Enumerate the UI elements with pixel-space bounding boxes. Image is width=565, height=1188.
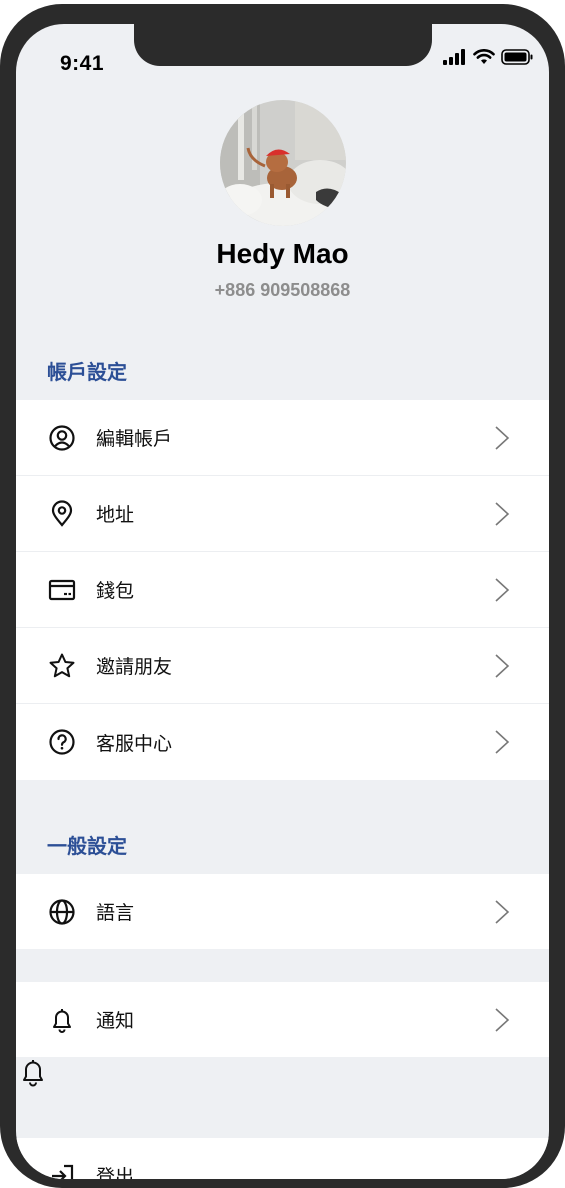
logout-icon: [48, 1162, 76, 1179]
menu-label-wallet: 錢包: [96, 580, 135, 602]
chevron-right-icon: [495, 899, 510, 924]
profile-phone: +886 909508868: [214, 280, 351, 300]
general-settings-header: 一般設定: [47, 834, 127, 858]
chevron-right-icon: [495, 577, 510, 602]
user-circle-icon: [48, 424, 76, 452]
chevron-right-icon: [495, 1007, 510, 1032]
menu-item-wallet[interactable]: 錢包: [16, 552, 549, 628]
screen: 9:41 Hedy Mao +886 909508868 帳戶設定 編輯帳戶 地…: [16, 24, 549, 1179]
chevron-right-icon: [495, 425, 510, 450]
menu-item-help-center[interactable]: 客服中心: [16, 704, 549, 780]
menu-item-logout[interactable]: 登出: [16, 1138, 549, 1179]
globe-icon: [48, 898, 76, 926]
bell-icon: [48, 1006, 76, 1034]
menu-item-language[interactable]: 語言: [16, 874, 549, 949]
profile-name: Hedy Mao: [216, 238, 349, 269]
status-icons: [443, 49, 533, 65]
wifi-icon: [473, 49, 495, 64]
signal-icon: [443, 49, 465, 65]
status-time: 9:41: [60, 52, 105, 75]
notch: [134, 24, 432, 66]
avatar[interactable]: [220, 100, 346, 226]
menu-label-invite-friends: 邀請朋友: [96, 656, 173, 678]
menu-label-edit-account: 編輯帳戶: [96, 428, 173, 450]
wallet-card-icon: [48, 576, 76, 604]
menu-label-address: 地址: [96, 504, 135, 526]
location-pin-icon: [48, 499, 76, 528]
menu-label-logout: 登出: [96, 1166, 135, 1179]
star-icon: [48, 652, 76, 680]
chevron-right-icon: [495, 501, 510, 526]
chevron-right-icon: [495, 653, 510, 678]
menu-label-notification: 通知: [96, 1010, 135, 1032]
account-settings-header: 帳戶設定: [47, 360, 127, 384]
phone-frame: 9:41 Hedy Mao +886 909508868 帳戶設定 編輯帳戶 地…: [0, 4, 565, 1188]
menu-label-help-center: 客服中心: [96, 732, 173, 755]
language-group: 語言: [16, 874, 549, 949]
menu-item-invite-friends[interactable]: 邀請朋友: [16, 628, 549, 704]
menu-label-language: 語言: [96, 902, 135, 924]
notification-group: 通知: [16, 982, 549, 1057]
menu-item-notification[interactable]: 通知: [16, 982, 549, 1057]
menu-item-edit-account[interactable]: 編輯帳戶: [16, 400, 549, 476]
bell-icon: [23, 1060, 43, 1087]
battery-icon: [501, 49, 533, 65]
help-circle-icon: [48, 728, 76, 756]
account-settings-group: 編輯帳戶 地址 錢包 邀請朋友 客服中心: [16, 400, 549, 780]
menu-item-address[interactable]: 地址: [16, 476, 549, 552]
chevron-right-icon: [495, 730, 510, 754]
